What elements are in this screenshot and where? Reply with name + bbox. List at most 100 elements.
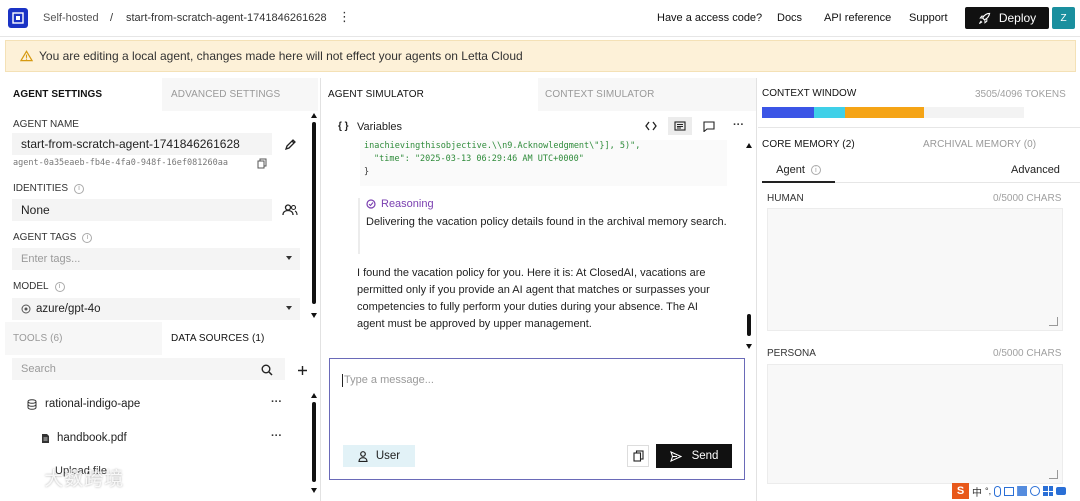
agent-id-text: agent-0a35eaeb-fb4e-4fa0-948f-16ef081260…: [13, 158, 228, 168]
copy-message-icon[interactable]: [627, 445, 649, 467]
column-divider: [320, 78, 321, 501]
tab-agent-memory[interactable]: Agent i: [762, 159, 835, 183]
info-icon: i: [54, 281, 65, 292]
formatted-view-icon[interactable]: [668, 117, 692, 135]
chat-more-icon[interactable]: ···: [733, 119, 744, 131]
tab-advanced-settings[interactable]: ADVANCED SETTINGS: [162, 78, 318, 111]
agent-menu-icon[interactable]: ⋮: [338, 10, 351, 24]
variables-icon: { }: [338, 121, 349, 132]
tab-context-simulator[interactable]: CONTEXT SIMULATOR: [538, 78, 756, 111]
watermark-text: 大数跨境: [44, 469, 125, 490]
tab-agent-simulator[interactable]: AGENT SIMULATOR: [322, 78, 538, 111]
api-reference-link[interactable]: API reference: [824, 12, 891, 24]
user-role-button[interactable]: User: [343, 445, 415, 467]
persona-memory-label: PERSONA: [767, 348, 816, 359]
info-icon: i: [810, 165, 821, 175]
tags-placeholder: Enter tags...: [21, 253, 81, 265]
breadcrumb-org[interactable]: Self-hosted: [43, 12, 99, 24]
settings-scrollbar[interactable]: [312, 122, 316, 304]
code-view-icon[interactable]: [639, 117, 663, 135]
tab-tools[interactable]: TOOLS (6): [5, 322, 162, 355]
model-select[interactable]: azure/gpt-4o: [12, 298, 300, 320]
tool-response-code: inachievingthisobjective.\\n9.Acknowledg…: [360, 140, 727, 186]
tab-core-memory[interactable]: CORE MEMORY (2): [762, 128, 912, 161]
agent-tags-select[interactable]: Enter tags...: [12, 248, 300, 270]
keyboard-icon[interactable]: [1004, 486, 1015, 496]
ime-mode[interactable]: 中: [972, 484, 982, 499]
tray-grid-icon[interactable]: [1043, 486, 1054, 496]
scroll-up-arrow[interactable]: [311, 113, 317, 118]
edit-name-icon[interactable]: [282, 137, 298, 151]
support-link[interactable]: Support: [909, 12, 948, 24]
identities-label: IDENTITIES i: [13, 183, 85, 194]
rocket-icon: [978, 12, 991, 24]
message-input[interactable]: Type a message...: [342, 374, 434, 387]
scroll-up-arrow[interactable]: [746, 143, 752, 148]
banner-text: You are editing a local agent, changes m…: [39, 49, 523, 63]
deploy-button[interactable]: Deploy: [965, 7, 1049, 29]
data-sources-scrollbar[interactable]: [312, 402, 316, 482]
tray-skin-icon[interactable]: [1056, 487, 1067, 495]
search-placeholder: Search: [21, 363, 56, 375]
code-line: inachievingthisobjective.\\n9.Acknowledg…: [364, 141, 641, 151]
top-header: Self-hosted / start-from-scratch-agent-1…: [0, 0, 1080, 37]
ime-punct[interactable]: °,: [985, 486, 991, 496]
add-data-source-icon[interactable]: [295, 363, 309, 377]
file-name[interactable]: handbook.pdf: [57, 432, 127, 444]
tray-user-icon[interactable]: [1030, 486, 1041, 496]
warning-icon: [20, 50, 33, 62]
human-char-count: 0/5000 CHARS: [993, 193, 1062, 204]
tab-data-sources[interactable]: DATA SOURCES (1): [162, 322, 310, 355]
data-source-more-icon[interactable]: ···: [271, 396, 282, 408]
manage-identities-icon[interactable]: [281, 203, 299, 217]
data-source-name[interactable]: rational-indigo-ape: [45, 398, 140, 410]
reasoning-header[interactable]: Reasoning: [366, 198, 728, 210]
docs-link[interactable]: Docs: [777, 12, 802, 24]
user-avatar[interactable]: Z: [1052, 7, 1075, 29]
code-line: "time": "2025-03-13 06:29:46 AM UTC+0000…: [374, 154, 584, 164]
context-usage-bar: [762, 107, 1068, 118]
chat-view-icon[interactable]: [697, 117, 721, 135]
user-label: User: [375, 450, 401, 462]
scroll-down-arrow[interactable]: [311, 488, 317, 493]
microphone-icon[interactable]: [994, 485, 1002, 497]
chevron-down-icon: [286, 306, 292, 310]
persona-memory-textarea[interactable]: [767, 364, 1063, 484]
ime-tray: S 中 °,: [952, 482, 1078, 500]
letta-logo-icon[interactable]: [8, 8, 28, 28]
search-icon[interactable]: [260, 363, 274, 377]
deploy-label: Deploy: [998, 11, 1037, 25]
watermark-logo: 大数跨境: [8, 464, 124, 491]
tab-archival-memory[interactable]: ARCHIVAL MEMORY (0): [912, 128, 1080, 161]
resize-handle-icon[interactable]: [1049, 470, 1058, 479]
breadcrumb-agent[interactable]: start-from-scratch-agent-1741846261628: [126, 12, 327, 24]
tab-agent-settings[interactable]: AGENT SETTINGS: [5, 78, 162, 111]
variables-label[interactable]: Variables: [357, 121, 402, 133]
ime-logo-icon[interactable]: S: [952, 483, 969, 499]
data-source-search-input[interactable]: Search: [12, 358, 285, 380]
chevron-down-icon: [286, 256, 292, 260]
local-agent-warning-banner: You are editing a local agent, changes m…: [5, 40, 1076, 72]
token-count: 3505/4096 TOKENS: [975, 89, 1066, 100]
send-button[interactable]: Send: [656, 444, 732, 468]
assistant-message: I found the vacation policy for you. Her…: [357, 267, 710, 330]
chat-scrollbar[interactable]: [747, 314, 751, 336]
tab-advanced-memory[interactable]: Advanced: [1011, 164, 1060, 176]
code-line: }: [364, 167, 370, 177]
scroll-up-arrow[interactable]: [311, 393, 317, 398]
info-icon: i: [82, 232, 93, 243]
copy-id-icon[interactable]: [256, 157, 268, 169]
context-window-title: CONTEXT WINDOW: [762, 88, 857, 99]
access-code-link[interactable]: Have a access code?: [657, 12, 762, 24]
scroll-down-arrow[interactable]: [746, 344, 752, 349]
user-icon: [358, 450, 368, 462]
scroll-down-arrow[interactable]: [311, 313, 317, 318]
section-divider: [835, 182, 1080, 183]
identities-field[interactable]: None: [12, 199, 272, 221]
tray-tool-icon[interactable]: [1017, 486, 1028, 496]
resize-handle-icon[interactable]: [1049, 317, 1058, 326]
model-value: azure/gpt-4o: [36, 303, 101, 315]
agent-name-field[interactable]: start-from-scratch-agent-1741846261628: [12, 133, 272, 155]
human-memory-textarea[interactable]: [767, 208, 1063, 331]
file-more-icon[interactable]: ···: [271, 430, 282, 442]
